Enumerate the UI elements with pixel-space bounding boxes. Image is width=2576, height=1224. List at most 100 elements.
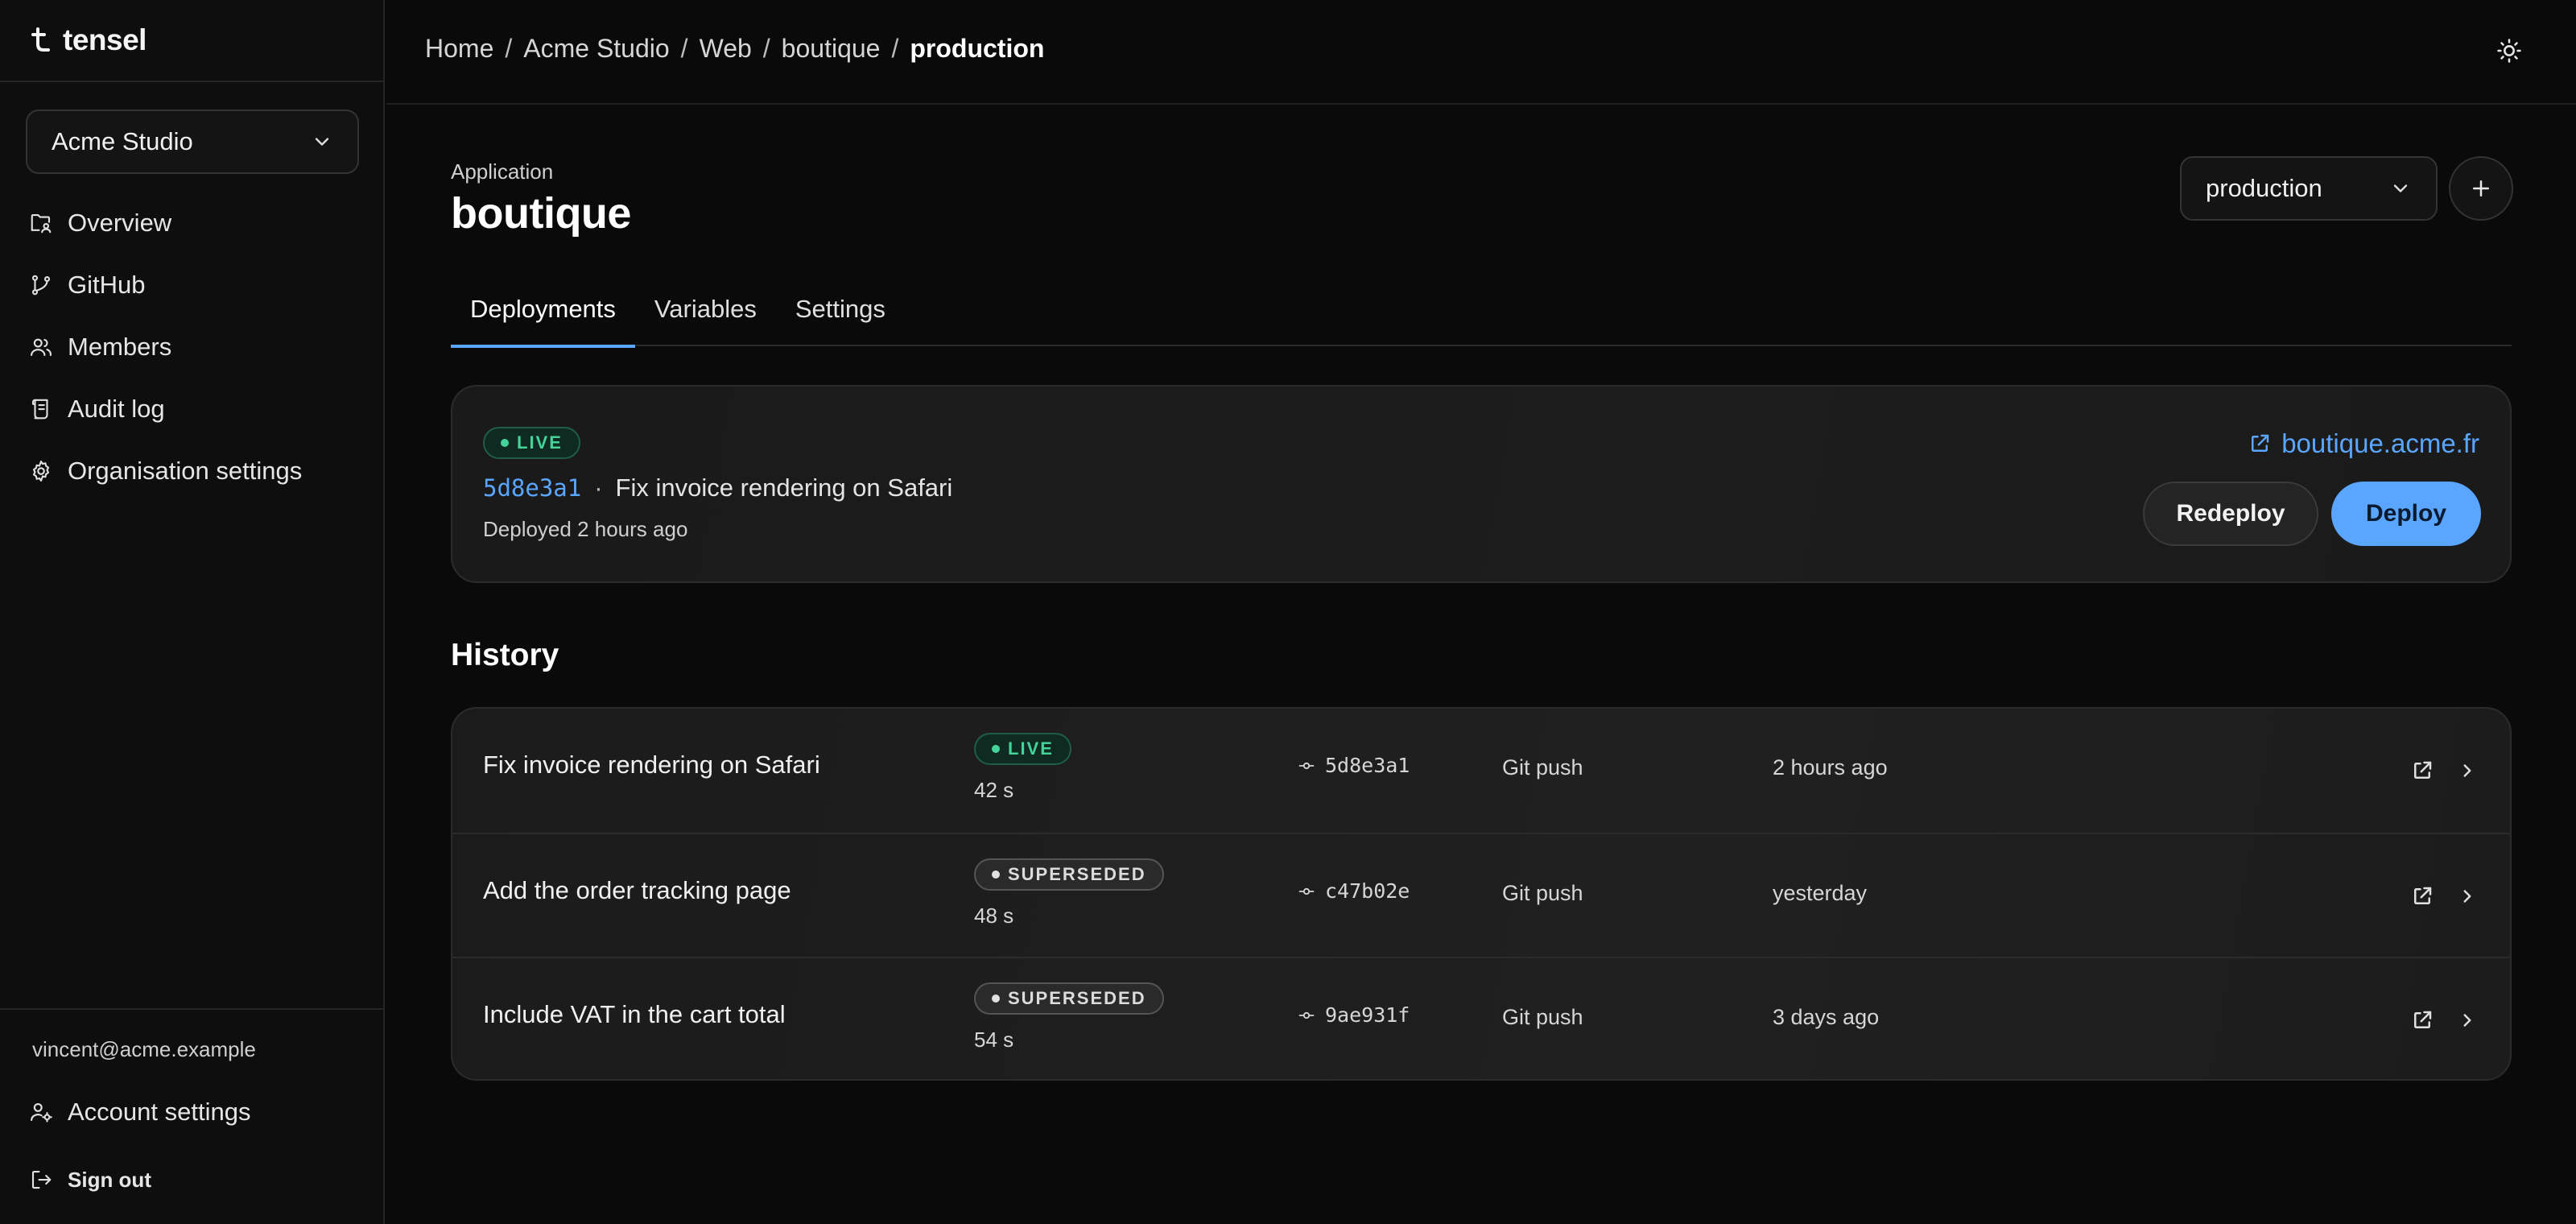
sign-out-button[interactable]: Sign out — [29, 1160, 151, 1200]
deployment-title: Add the order tracking page — [483, 876, 791, 904]
deployment-time: 2 hours ago — [1773, 755, 1888, 779]
sidebar-item-label: Members — [68, 332, 172, 361]
breadcrumb-project[interactable]: Web — [700, 34, 752, 64]
status-dot-icon — [501, 439, 509, 447]
breadcrumb-application[interactable]: boutique — [782, 34, 881, 64]
app-eyebrow: Application — [451, 159, 554, 184]
breadcrumb-separator: / — [505, 34, 513, 63]
redeploy-button[interactable]: Redeploy — [2143, 482, 2318, 546]
chevron-right-icon[interactable] — [2457, 760, 2478, 781]
sidebar-item-label: GitHub — [68, 270, 146, 299]
commit-hash-label: c47b02e — [1325, 879, 1410, 903]
git-commit-icon — [1298, 887, 1315, 895]
status-dot-icon — [992, 870, 1000, 879]
sidebar-item-github[interactable]: GitHub — [0, 254, 383, 316]
tensel-logo-icon — [31, 27, 50, 52]
topbar: Home / Acme Studio / Web / boutique / pr… — [386, 0, 2576, 105]
commit-link[interactable]: 5d8e3a1 — [483, 474, 581, 502]
folder-user-icon — [31, 213, 52, 233]
sidebar-item-label: Overview — [68, 208, 172, 237]
deployment-time: 3 days ago — [1773, 1005, 1880, 1029]
commit-message: Fix invoice rendering on Safari — [615, 473, 953, 502]
status-badge: SUPERSEDED — [974, 858, 1164, 891]
deployment-source: Git push — [1502, 755, 1583, 779]
current-deployment-summary: 5d8e3a1 · Fix invoice rendering on Safar… — [483, 473, 952, 502]
breadcrumb-home[interactable]: Home — [425, 34, 493, 64]
breadcrumb-separator: / — [891, 34, 899, 63]
deployment-duration: 42 s — [974, 778, 1014, 802]
external-link-icon — [2252, 434, 2269, 452]
breadcrumb-org[interactable]: Acme Studio — [523, 34, 669, 64]
external-link-icon[interactable] — [2410, 884, 2434, 908]
sidebar-footer: vincent@acme.example Account settings Si… — [0, 1008, 383, 1224]
status-badge: LIVE — [974, 733, 1071, 765]
git-commit-icon — [1298, 762, 1315, 769]
commit-hash-label: 5d8e3a1 — [1325, 754, 1410, 777]
chevron-right-icon[interactable] — [2457, 1010, 2478, 1031]
status-badge-label: SUPERSEDED — [1008, 864, 1146, 884]
plus-icon — [2473, 180, 2489, 196]
history-list: Fix invoice rendering on Safari LIVE 42 … — [451, 707, 2512, 1081]
separator-dot: · — [594, 473, 603, 502]
tab-settings[interactable]: Settings — [776, 285, 905, 346]
deployment-duration: 54 s — [974, 1028, 1014, 1052]
gear-icon — [32, 460, 50, 482]
commit-hash: 9ae931f — [1298, 1003, 1410, 1027]
sun-icon[interactable] — [2496, 37, 2523, 64]
commit-hash: c47b02e — [1298, 879, 1410, 903]
status-badge: SUPERSEDED — [974, 982, 1164, 1015]
external-link-icon[interactable] — [2410, 759, 2434, 783]
status-dot-icon — [992, 994, 1000, 1003]
deployment-title: Include VAT in the cart total — [483, 1000, 786, 1028]
sidebar-item-overview[interactable]: Overview — [0, 192, 383, 254]
user-gear-icon — [31, 1102, 52, 1123]
sidebar-item-audit-log[interactable]: Audit log — [0, 378, 383, 440]
domain-link-label: boutique.acme.fr — [2281, 428, 2479, 458]
chevron-down-icon — [2393, 184, 2408, 192]
sidebar: tensel Acme Studio Overview GitHub Membe… — [0, 0, 385, 1224]
environment-selector-value: production — [2206, 174, 2322, 202]
org-selector[interactable]: Acme Studio — [26, 110, 359, 174]
account-settings-link[interactable]: Account settings — [29, 1092, 250, 1132]
commit-hash-label: 9ae931f — [1325, 1003, 1410, 1027]
table-row[interactable]: Add the order tracking page SUPERSEDED 4… — [452, 833, 2510, 957]
user-email: vincent@acme.example — [32, 1037, 256, 1061]
domain-link[interactable]: boutique.acme.fr — [2248, 428, 2479, 459]
deploy-button[interactable]: Deploy — [2331, 482, 2481, 546]
table-row[interactable]: Fix invoice rendering on Safari LIVE 42 … — [452, 709, 2510, 833]
status-dot-icon — [992, 745, 1000, 753]
current-deployment-card: LIVE 5d8e3a1 · Fix invoice rendering on … — [451, 385, 2512, 583]
sign-out-label: Sign out — [68, 1167, 151, 1192]
history-title: History — [451, 638, 559, 672]
status-badge-label: LIVE — [1008, 738, 1054, 759]
sidebar-item-label: Organisation settings — [68, 456, 303, 485]
add-environment-button[interactable] — [2449, 156, 2513, 221]
sidebar-item-organisation-settings[interactable]: Organisation settings — [0, 440, 383, 502]
chevron-right-icon[interactable] — [2457, 886, 2478, 907]
sidebar-nav: Overview GitHub Members Audit log Organi… — [0, 192, 383, 502]
breadcrumb-separator: / — [762, 34, 770, 63]
tab-variables[interactable]: Variables — [635, 285, 776, 346]
environment-selector[interactable]: production — [2180, 156, 2438, 221]
deployment-duration: 48 s — [974, 904, 1014, 928]
breadcrumb: Home / Acme Studio / Web / boutique / pr… — [425, 34, 1044, 64]
commit-hash: 5d8e3a1 — [1298, 754, 1410, 777]
sidebar-item-members[interactable]: Members — [0, 316, 383, 378]
status-badge-label: LIVE — [517, 432, 563, 453]
status-badge-label: SUPERSEDED — [1008, 988, 1146, 1008]
sidebar-item-label: Audit log — [68, 394, 165, 423]
deployment-source: Git push — [1502, 881, 1583, 905]
tab-deployments[interactable]: Deployments — [451, 285, 635, 348]
status-badge: LIVE — [483, 427, 580, 459]
git-commit-icon — [1298, 1011, 1315, 1019]
scroll-icon — [31, 399, 48, 419]
page-title: boutique — [451, 189, 631, 238]
tabs: Deployments Variables Settings — [451, 285, 2512, 348]
chevron-down-icon — [315, 138, 329, 146]
table-row[interactable]: Include VAT in the cart total SUPERSEDED… — [452, 957, 2510, 1079]
brand-name: tensel — [63, 23, 147, 56]
brand[interactable]: tensel — [0, 0, 383, 82]
external-link-icon[interactable] — [2410, 1008, 2434, 1032]
deployed-ago: Deployed 2 hours ago — [483, 517, 688, 541]
deployment-title: Fix invoice rendering on Safari — [483, 751, 820, 779]
